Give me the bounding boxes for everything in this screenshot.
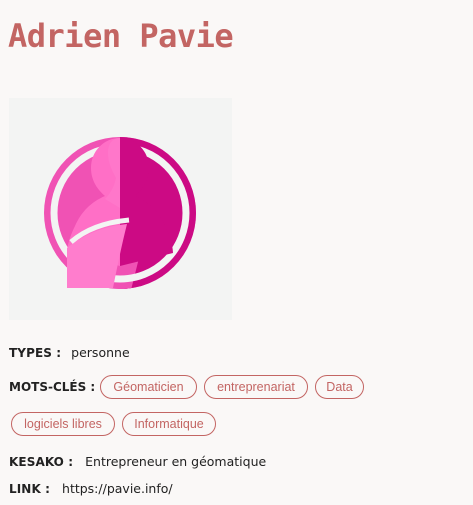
keyword-tag[interactable]: entreprenariat [204,375,308,399]
keyword-tag[interactable]: Data [315,375,364,399]
link-url[interactable]: https://pavie.info/ [62,481,173,496]
keywords-label: MOTS-CLÉS : [9,380,96,394]
types-label: TYPES : [9,346,62,360]
kesako-value: Entrepreneur en géomatique [85,454,267,469]
kesako-label: KESAKO : [9,455,74,469]
types-value: personne [71,345,130,360]
keyword-tag[interactable]: logiciels libres [11,412,115,436]
kesako-row: KESAKO : Entrepreneur en géomatique [9,453,266,471]
link-label: LINK : [9,482,51,496]
avatar [9,98,232,320]
keyword-tag[interactable]: Géomaticien [100,375,197,399]
keyword-tag[interactable]: Informatique [122,412,216,436]
types-row: TYPES : personne [9,344,130,362]
page-title: Adrien Pavie [8,17,234,55]
person-silhouette-icon [44,137,196,289]
link-row: LINK : https://pavie.info/ [9,480,173,498]
